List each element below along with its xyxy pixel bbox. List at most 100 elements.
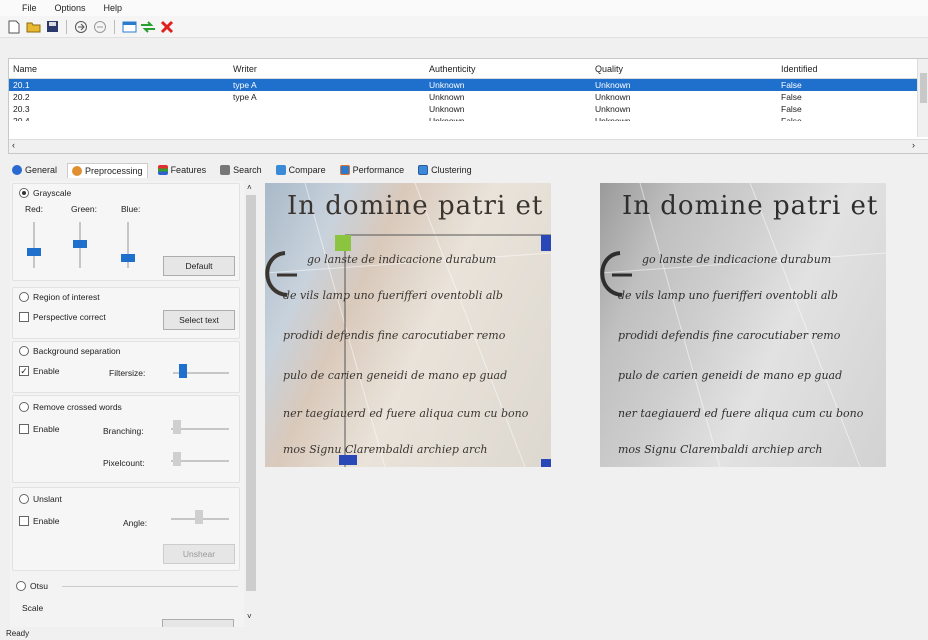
import-icon[interactable] [73, 19, 89, 35]
column-writer[interactable]: Writer [229, 59, 425, 78]
scroll-left-icon[interactable]: ‹ [12, 140, 15, 150]
tab-general[interactable]: General [8, 163, 61, 177]
cell-identified: False [781, 116, 802, 121]
scroll-down-icon[interactable]: ˅ [247, 612, 252, 621]
background-enable-checkbox[interactable]: ✓ [19, 366, 29, 376]
save-icon[interactable] [44, 19, 60, 35]
table-row[interactable]: 20.4 Unknown Unknown False [9, 115, 928, 121]
column-name[interactable]: Name [9, 59, 229, 78]
tab-label: Preprocessing [85, 165, 143, 176]
background-label: Background separation [33, 346, 121, 356]
swap-icon[interactable] [140, 19, 156, 35]
branching-slider[interactable] [173, 420, 181, 434]
scrollbar-thumb[interactable] [920, 73, 927, 103]
grayscale-group: Grayscale Red: Green: Blue: Default [12, 183, 240, 281]
document-lines [265, 183, 551, 467]
background-enable-label: Enable [33, 366, 60, 376]
table-row[interactable]: 20.3 Unknown Unknown False [9, 103, 928, 115]
document-title-line: In domine patri et fil [622, 191, 886, 221]
document-line: de vils lamp uno fuerifferi oventobli al… [283, 289, 503, 302]
column-authenticity[interactable]: Authenticity [425, 59, 591, 78]
table-horizontal-scrollbar[interactable]: ‹ › [9, 139, 928, 153]
document-lines [600, 183, 886, 467]
toolbar [0, 16, 928, 38]
tab-label: General [25, 165, 58, 175]
document-line: go lanste de indicacione durabum [307, 253, 497, 266]
background-radio[interactable] [19, 346, 29, 356]
menu-options[interactable]: Options [55, 3, 86, 13]
default-button[interactable]: Default [163, 256, 235, 276]
window-icon[interactable] [121, 19, 137, 35]
crossed-enable-checkbox[interactable] [19, 424, 29, 434]
status-bar: Ready [0, 628, 928, 640]
column-identified[interactable]: Identified [777, 59, 915, 78]
scrollbar-thumb[interactable] [246, 195, 256, 591]
status-text: Ready [6, 629, 30, 638]
crossed-label: Remove crossed words [33, 402, 122, 412]
tab-preprocessing[interactable]: Preprocessing [67, 162, 148, 178]
cell-name: 20.3 [13, 104, 30, 114]
perspective-label: Perspective correct [33, 312, 106, 322]
cell-authenticity: Unknown [429, 80, 465, 90]
cell-identified: False [781, 80, 802, 90]
export-icon[interactable] [92, 19, 108, 35]
filtersize-slider[interactable] [179, 364, 187, 378]
tab-compare[interactable]: Compare [272, 163, 330, 177]
cell-authenticity: Unknown [429, 116, 465, 121]
performance-icon [339, 165, 350, 175]
clustering-icon [418, 165, 429, 175]
tab-clustering[interactable]: Clustering [414, 163, 476, 177]
table-row[interactable]: 20.1 type A Unknown Unknown False [9, 79, 928, 91]
otsu-divider [62, 586, 238, 587]
column-quality[interactable]: Quality [591, 59, 777, 78]
unslant-radio[interactable] [19, 494, 29, 504]
green-slider[interactable] [73, 240, 87, 248]
tab-performance[interactable]: Performance [336, 163, 409, 177]
crossed-enable-label: Enable [33, 424, 60, 434]
processed-document-image[interactable]: In domine patri et fil go lanste de indi… [600, 183, 886, 467]
red-slider[interactable] [27, 248, 41, 256]
items-table: Name Writer Authenticity Quality Identif… [8, 58, 928, 154]
roi-label: Region of interest [33, 292, 100, 302]
scroll-up-icon[interactable]: ˄ [247, 183, 252, 192]
document-line: mos Signu Clarembaldi archiep arch [618, 443, 823, 456]
toolbar-separator [114, 19, 115, 34]
unshear-button[interactable]: Unshear [163, 544, 235, 564]
angle-slider[interactable] [195, 510, 203, 524]
document-line: de vils lamp uno fuerifferi oventobli al… [618, 289, 838, 302]
roi-radio[interactable] [19, 292, 29, 302]
open-folder-icon[interactable] [25, 19, 41, 35]
cell-authenticity: Unknown [429, 104, 465, 114]
tab-label: Clustering [431, 165, 472, 175]
tab-search[interactable]: Search [216, 163, 266, 177]
pixelcount-label: Pixelcount: [103, 458, 145, 468]
tab-strip: General Preprocessing Features Search Co… [8, 160, 476, 180]
perspective-checkbox[interactable] [19, 312, 29, 322]
select-text-button[interactable]: Select text [163, 310, 235, 330]
unslant-enable-checkbox[interactable] [19, 516, 29, 526]
cell-writer: type A [233, 80, 257, 90]
table-row[interactable]: 20.2 type A Unknown Unknown False [9, 91, 928, 103]
new-file-icon[interactable] [6, 19, 22, 35]
original-document-image[interactable]: In domine patri et fil go lanste de indi… [265, 183, 551, 467]
tab-features[interactable]: Features [154, 163, 211, 177]
pixelcount-slider[interactable] [173, 452, 181, 466]
document-line: pulo de carien geneidi de mano ep guad [618, 369, 843, 382]
document-line: ner taegiauerd ed fuere aliqua cum cu bo… [283, 407, 529, 420]
blue-slider[interactable] [121, 254, 135, 262]
table-vertical-scrollbar[interactable] [917, 59, 928, 137]
scale-label: Scale [22, 603, 44, 613]
roi-group: Region of interest Perspective correct S… [12, 287, 240, 339]
red-label: Red: [25, 204, 43, 214]
scale-button-partial[interactable] [162, 619, 234, 627]
grayscale-label: Grayscale [33, 188, 72, 198]
menu-file[interactable]: File [22, 3, 37, 13]
panel-scrollbar[interactable]: ˄ ˅ [244, 183, 258, 625]
grayscale-radio[interactable] [19, 188, 29, 198]
scroll-right-icon[interactable]: › [912, 140, 915, 150]
otsu-radio[interactable] [16, 581, 26, 591]
menu-help[interactable]: Help [104, 3, 123, 13]
crossed-radio[interactable] [19, 402, 29, 412]
cell-name: 20.4 [13, 116, 30, 121]
close-icon[interactable] [159, 19, 175, 35]
